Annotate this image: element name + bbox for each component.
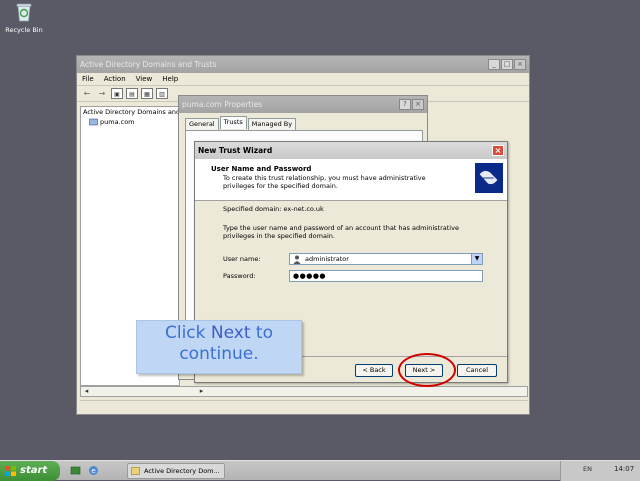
forward-arrow-icon[interactable]: → (96, 88, 108, 99)
tab-trusts[interactable]: Trusts (219, 116, 247, 129)
domain-icon (89, 118, 98, 126)
minimize-button[interactable]: _ (488, 59, 500, 70)
taskbar: start e Active Directory Dom... EN 14:07 (0, 460, 640, 481)
start-label: start (20, 465, 48, 476)
back-button[interactable]: < Back (355, 364, 393, 377)
specified-domain-text: Specified domain: ex-net.co.uk (223, 205, 324, 213)
trust-wizard-logo-icon (474, 162, 504, 194)
mmc-icon (131, 467, 140, 475)
password-field[interactable]: ●●●●● (289, 270, 483, 282)
menu-file[interactable]: File (82, 75, 94, 83)
internet-explorer-icon[interactable]: e (88, 465, 99, 476)
export-list-icon[interactable]: ▥ (156, 88, 168, 99)
taskbar-button-label: Active Directory Dom... (144, 467, 220, 475)
show-desktop-icon[interactable] (70, 465, 81, 476)
wizard-page-title: User Name and Password (211, 165, 312, 173)
help-button[interactable]: ? (399, 99, 411, 110)
cancel-button[interactable]: Cancel (457, 364, 497, 377)
back-arrow-icon[interactable]: ← (81, 88, 93, 99)
instructions-text: Type the user name and password of an ac… (223, 224, 459, 240)
menu-bar: File Action View Help (77, 73, 529, 86)
username-value: administrator (305, 255, 349, 263)
language-indicator[interactable]: EN (583, 465, 592, 473)
start-button[interactable]: start (0, 461, 60, 481)
taskbar-button-ad-domains[interactable]: Active Directory Dom... (127, 463, 225, 479)
maximize-button[interactable]: □ (501, 59, 513, 70)
next-button-highlight (398, 353, 456, 387)
windows-logo-icon (5, 466, 16, 476)
svg-text:e: e (91, 467, 95, 475)
tree-item-puma-label: puma.com (100, 118, 135, 126)
status-bar (80, 400, 528, 412)
scroll-left-icon[interactable]: ◂ (81, 387, 92, 396)
menu-help[interactable]: Help (162, 75, 178, 83)
wizard-header: User Name and Password To create this tr… (195, 159, 507, 201)
show-tree-icon[interactable]: ▤ (126, 88, 138, 99)
menu-action[interactable]: Action (104, 75, 126, 83)
system-tray: EN 14:07 (560, 461, 640, 481)
password-label: Password: (223, 272, 256, 280)
main-window-titlebar[interactable]: Active Directory Domains and Trusts _ □ … (77, 56, 529, 73)
up-folder-icon[interactable]: ▣ (111, 88, 123, 99)
properties-close-button[interactable]: × (412, 99, 424, 110)
username-combobox[interactable]: administrator ▼ (289, 253, 483, 265)
tree-item-root[interactable]: Active Directory Domains and Trusts (81, 107, 201, 117)
wizard-title: New Trust Wizard (198, 146, 273, 155)
properties-icon[interactable]: ▦ (141, 88, 153, 99)
menu-view[interactable]: View (136, 75, 153, 83)
tutorial-callout: Click Next to continue. (136, 320, 302, 374)
clock[interactable]: 14:07 (614, 465, 634, 473)
scroll-right-icon[interactable]: ▸ (196, 387, 207, 396)
recycle-bin-icon (16, 3, 32, 22)
recycle-bin-label: Recycle Bin (5, 26, 43, 34)
close-button[interactable]: × (514, 59, 526, 70)
wizard-close-button[interactable]: × (492, 145, 504, 156)
username-label: User name: (223, 255, 261, 263)
wizard-page-description: To create this trust relationship, you m… (223, 174, 426, 190)
properties-titlebar[interactable]: puma.com Properties ? × (179, 96, 427, 113)
tree-item-puma[interactable]: puma.com (81, 117, 179, 127)
properties-title: puma.com Properties (182, 100, 263, 109)
wizard-titlebar[interactable]: New Trust Wizard × (195, 142, 507, 159)
callout-button-word: Next (210, 323, 251, 343)
user-icon (293, 255, 301, 264)
recycle-bin[interactable]: Recycle Bin (4, 2, 44, 34)
main-window-title: Active Directory Domains and Trusts (80, 60, 217, 69)
callout-prefix: Click (164, 323, 211, 343)
chevron-down-icon[interactable]: ▼ (471, 254, 482, 264)
callout-text: Click Next to continue. (137, 321, 301, 365)
horizontal-scrollbar[interactable]: ◂ ▸ (80, 386, 528, 397)
